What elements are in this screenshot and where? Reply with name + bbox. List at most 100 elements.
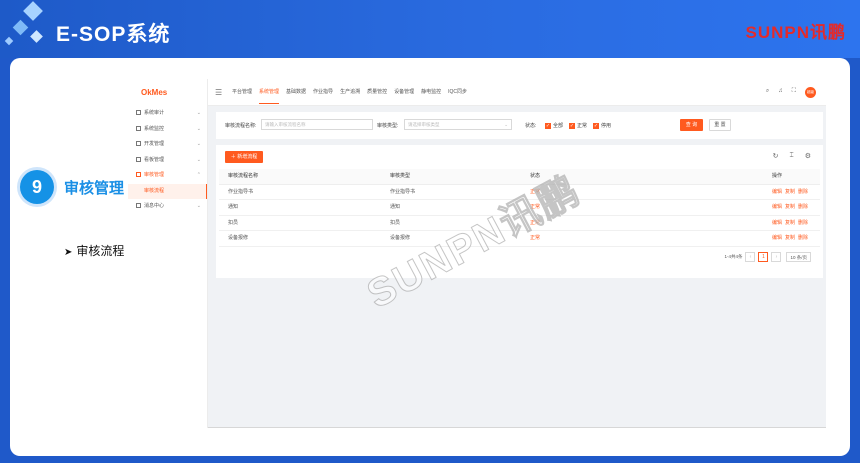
copy-link[interactable]: 复制	[785, 220, 795, 226]
cell-type: 扣员	[390, 219, 401, 226]
search-icon[interactable]: ⌕	[766, 88, 769, 95]
avatar[interactable]: 超级	[805, 87, 816, 98]
bell-icon[interactable]: ♫	[778, 88, 783, 95]
cell-actions: 编辑 复制 删除	[772, 200, 811, 216]
sidebar-item-label: 消息中心	[144, 203, 165, 209]
sidebar-item-review-flow[interactable]: 审核流程	[128, 183, 207, 199]
cell-name: 通知	[228, 204, 239, 210]
header-banner: E-SOP系统 SUNPN讯鹏	[0, 0, 860, 58]
page-size-select[interactable]: 10 条/页	[786, 251, 811, 262]
chevron-down-icon: ⌄	[504, 122, 508, 127]
checkbox-label: 全部	[553, 123, 564, 129]
edit-link[interactable]: 编辑	[772, 204, 782, 210]
col-actions: 操作	[772, 173, 783, 179]
chevron-down-icon: ⌄	[196, 156, 201, 163]
settings-icon[interactable]: ⚙	[805, 152, 811, 160]
cell-actions: 编辑 复制 删除	[772, 231, 811, 247]
tab-system[interactable]: 系统管理	[259, 79, 280, 106]
arrow-right-icon: ➤	[64, 247, 73, 258]
sidebar-item-message[interactable]: 消息中心 ⌄	[128, 199, 207, 215]
board-icon	[136, 156, 141, 162]
code-icon	[136, 141, 141, 147]
sidebar-item-review[interactable]: 审核管理 ⌃	[128, 168, 207, 184]
type-select[interactable]: 请选择审核类型 ⌄	[404, 119, 512, 130]
delete-link[interactable]: 删除	[798, 235, 808, 241]
audit-icon	[136, 110, 141, 116]
delete-link[interactable]: 删除	[798, 220, 808, 226]
chevron-down-icon: ⌄	[196, 125, 201, 132]
edit-link[interactable]: 编辑	[772, 235, 782, 241]
check-icon: ✓	[569, 122, 575, 129]
page-title: E-SOP系统	[56, 23, 171, 46]
cell-type: 作业指导书	[390, 188, 416, 195]
sidebar-item-label: 系统审计	[144, 110, 165, 116]
name-label: 审核流程名称:	[225, 123, 257, 129]
tab-iqc[interactable]: IQC同步	[448, 79, 467, 106]
tab-equipment[interactable]: 设备管理	[394, 79, 414, 106]
checkbox-all[interactable]: ✓ 全部	[545, 122, 563, 129]
tab-basic-data[interactable]: 基础数据	[286, 79, 306, 106]
sidebar-item-label: 开发管理	[144, 141, 165, 147]
tab-platform[interactable]: 平台管理	[232, 79, 252, 106]
check-icon: ✓	[545, 122, 551, 129]
status-label: 状态:	[525, 123, 537, 129]
name-input[interactable]: 请输入审核流程名称	[261, 119, 373, 130]
sidebar-item-audit[interactable]: 系统审计 ⌄	[128, 106, 207, 122]
sidebar: OkMes 系统审计 ⌄ 系统监控 ⌄ 开发管理 ⌄ 看板管理 ⌄ 审核管理 ⌃ 审核流程…	[128, 79, 208, 428]
copy-link[interactable]: 复制	[785, 235, 795, 241]
sidebar-item-board[interactable]: 看板管理 ⌄	[128, 153, 207, 169]
sidebar-item-label: 审核管理	[144, 172, 165, 178]
check-icon: ✓	[593, 122, 599, 129]
copy-link[interactable]: 复制	[785, 189, 795, 195]
refresh-icon[interactable]: ↻	[773, 152, 779, 160]
page-1-button[interactable]: 1	[758, 251, 769, 262]
cell-name: 作业指导书	[228, 188, 254, 195]
nav-tabs: 平台管理 系统管理 基础数据 作业指导 生产追溯 质量管控 设备管理 静电监控 …	[232, 79, 474, 106]
prev-page-button[interactable]: ‹	[745, 251, 756, 262]
pagination: 1-4共4条 ‹ 1 › 10 条/页	[724, 251, 811, 262]
chevron-up-icon: ⌃	[196, 172, 201, 178]
copy-link[interactable]: 复制	[785, 204, 795, 210]
tab-esd[interactable]: 静电监控	[421, 79, 441, 106]
cell-actions: 编辑 复制 删除	[772, 185, 811, 201]
add-flow-button[interactable]: ＋ 新增流程	[225, 151, 263, 163]
toolbar-icons: ⌕ ♫ ⛶	[766, 88, 796, 95]
tab-trace[interactable]: 生产追溯	[340, 79, 360, 106]
edit-link[interactable]: 编辑	[772, 220, 782, 226]
section-subitem: ➤ 审核流程	[64, 242, 124, 259]
section-subitem-label: 审核流程	[76, 244, 125, 258]
sidebar-item-label: 系统监控	[144, 125, 165, 132]
edit-link[interactable]: 编辑	[772, 189, 782, 195]
checkbox-disabled[interactable]: ✓ 停用	[593, 122, 611, 129]
tab-quality[interactable]: 质量管控	[367, 79, 387, 106]
type-label: 审核类型:	[377, 123, 399, 129]
filter-bar: 审核流程名称: 请输入审核流程名称 审核类型: 请选择审核类型 ⌄ 状态: ✓ 全部…	[216, 112, 823, 139]
column-height-icon[interactable]: ⌶	[790, 152, 794, 160]
cell-name: 扣员	[228, 219, 239, 226]
add-flow-label: 新增流程	[237, 154, 258, 160]
delete-link[interactable]: 删除	[798, 189, 808, 195]
brand-logo: SUNPN讯鹏	[745, 23, 846, 42]
sidebar-item-monitor[interactable]: 系统监控 ⌄	[128, 122, 207, 138]
logo-diamonds-icon	[0, 0, 60, 58]
fullscreen-icon[interactable]: ⛶	[792, 88, 796, 95]
search-button[interactable]: 查 询	[680, 119, 703, 131]
review-icon	[136, 172, 141, 178]
checkbox-normal[interactable]: ✓ 正常	[569, 122, 587, 129]
cell-actions: 编辑 复制 删除	[772, 216, 811, 232]
col-type: 审核类型	[390, 173, 411, 179]
next-page-button[interactable]: ›	[771, 251, 782, 262]
sidebar-item-dev[interactable]: 开发管理 ⌄	[128, 137, 207, 153]
monitor-icon	[136, 125, 141, 131]
section-number-badge: 9	[20, 170, 54, 204]
menu-fold-icon[interactable]: ☰	[215, 88, 222, 97]
cell-type: 通知	[390, 204, 401, 210]
message-icon	[136, 203, 141, 209]
delete-link[interactable]: 删除	[798, 204, 808, 210]
chevron-down-icon: ⌄	[196, 141, 201, 147]
reset-button[interactable]: 重 置	[709, 119, 731, 131]
checkbox-label: 正常	[577, 123, 588, 129]
checkbox-label: 停用	[601, 123, 612, 129]
tab-work-guide[interactable]: 作业指导	[313, 79, 333, 106]
pager-summary: 1-4共4条	[724, 253, 743, 259]
